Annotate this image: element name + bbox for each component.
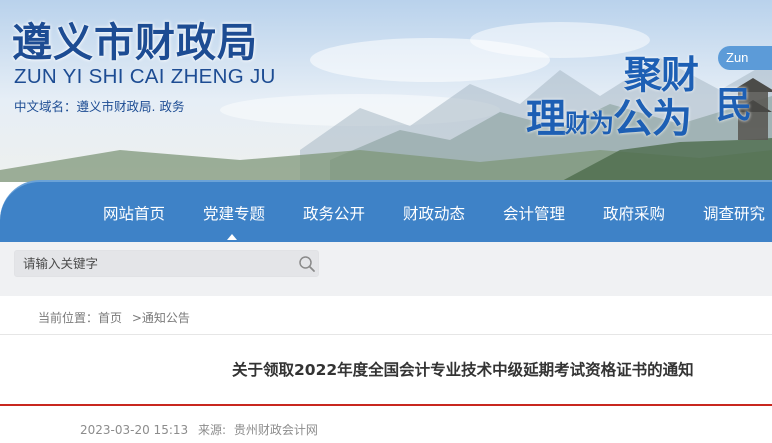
search-bar xyxy=(0,242,772,296)
nav-item-party-building[interactable]: 党建专题 xyxy=(203,202,265,224)
header-banner: 遵义市财政局 ZUN YI SHI CAI ZHENG JU 中文域名：遵义市财… xyxy=(0,0,772,182)
slogan-part: 财为 xyxy=(565,109,614,138)
site-domain: 中文域名：遵义市财政局. 政务 xyxy=(14,99,185,114)
nav-item-home[interactable]: 网站首页 xyxy=(103,202,165,224)
main-nav: 网站首页 党建专题 政务公开 财政动态 会计管理 政府采购 调查研究 xyxy=(0,180,772,242)
search-icon[interactable] xyxy=(298,255,316,277)
slogan-end: 民 xyxy=(716,85,753,126)
search-input[interactable] xyxy=(23,251,293,276)
breadcrumb-home-link[interactable]: 首页 xyxy=(98,309,122,326)
article-meta: 2023-03-20 15:13 来源: 贵州财政会计网 xyxy=(80,421,318,438)
breadcrumb: 当前位置：首页 >通知公告 xyxy=(38,309,190,326)
search-box xyxy=(14,250,319,277)
caret-up-icon xyxy=(227,234,237,240)
nav-item-research[interactable]: 调查研究 xyxy=(703,202,765,224)
slogan-badge: Zun xyxy=(718,46,772,70)
article-source: 贵州财政会计网 xyxy=(233,423,318,437)
article-source-label: 来源: xyxy=(197,423,227,437)
nav-item-accounting[interactable]: 会计管理 xyxy=(503,202,565,224)
breadcrumb-current-link[interactable]: 通知公告 xyxy=(142,309,190,326)
site-title: 遵义市财政局 xyxy=(12,20,258,66)
site-pinyin: ZUN YI SHI CAI ZHENG JU xyxy=(14,65,276,88)
divider xyxy=(0,334,772,335)
nav-item-finance-news[interactable]: 财政动态 xyxy=(403,202,465,224)
slogan-part: 理 xyxy=(526,96,566,142)
article-title: 关于领取2022年度全国会计专业技术中级延期考试资格证书的通知 xyxy=(232,361,694,379)
nav-item-procurement[interactable]: 政府采购 xyxy=(603,202,665,224)
breadcrumb-prefix: 当前位置： xyxy=(38,311,99,325)
breadcrumb-separator: > xyxy=(131,311,142,325)
slogan-line2: 理财为公为 xyxy=(526,86,692,144)
slogan-part: 公为 xyxy=(613,96,692,142)
article-datetime: 2023-03-20 15:13 xyxy=(80,423,189,437)
nav-item-government-affairs[interactable]: 政务公开 xyxy=(303,202,365,224)
title-divider xyxy=(0,404,772,406)
